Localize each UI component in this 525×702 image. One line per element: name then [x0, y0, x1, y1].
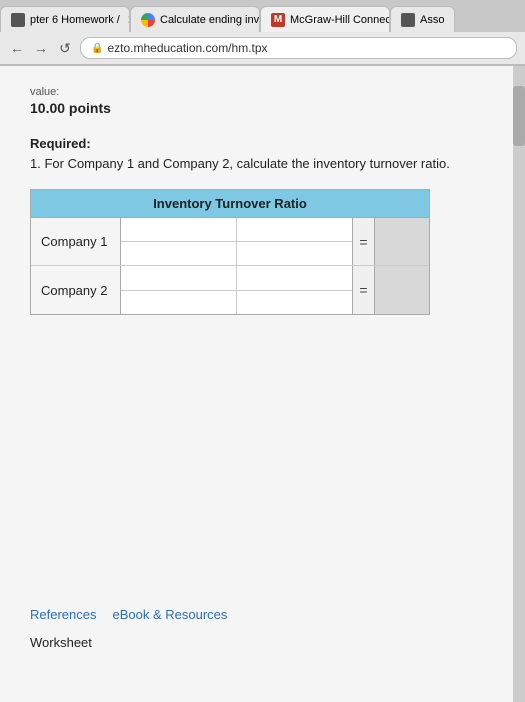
- company1-label: Company 1: [31, 218, 121, 265]
- company2-input-4[interactable]: [237, 291, 352, 315]
- browser-chrome: pter 6 Homework / ✕ Calculate ending inv…: [0, 0, 525, 66]
- google-icon: [141, 13, 155, 27]
- company2-equals: =: [352, 266, 374, 314]
- company1-input-3[interactable]: [121, 242, 237, 265]
- mcgraw-icon: M: [271, 13, 285, 27]
- company2-input-row-1: [121, 266, 352, 291]
- refresh-button[interactable]: ↺: [56, 39, 74, 57]
- tab-mcgraw-label: McGraw-Hill Connect |: [290, 14, 390, 26]
- company1-equals: =: [352, 218, 374, 265]
- inventory-table: Inventory Turnover Ratio Company 1 =: [30, 189, 430, 315]
- company1-result[interactable]: [374, 218, 429, 265]
- company2-input-cells: [121, 266, 352, 314]
- company1-denominator-input[interactable]: [237, 218, 352, 241]
- required-section: Required: 1. For Company 1 and Company 2…: [30, 136, 495, 173]
- company1-input-cells: [121, 218, 352, 265]
- company1-input-row-2: [121, 242, 352, 265]
- tab-homework-label: pter 6 Homework /: [30, 14, 120, 26]
- url-bar[interactable]: 🔒 ezto.mheducation.com/hm.tpx: [80, 37, 517, 59]
- tab-mcgraw[interactable]: M McGraw-Hill Connect | ✕: [260, 6, 390, 32]
- company2-input-row-2: [121, 291, 352, 315]
- table-header: Inventory Turnover Ratio: [31, 190, 429, 218]
- page-content: value: 10.00 points Required: 1. For Com…: [0, 66, 525, 702]
- ebook-link[interactable]: eBook & Resources: [112, 607, 227, 622]
- required-text: 1. For Company 1 and Company 2, calculat…: [30, 155, 495, 173]
- address-bar: ← → ↺ 🔒 ezto.mheducation.com/hm.tpx: [0, 32, 525, 65]
- company1-input-4[interactable]: [237, 242, 352, 265]
- company2-numerator-input[interactable]: [121, 266, 237, 290]
- tab-calculate[interactable]: Calculate ending inver ✕: [130, 6, 260, 32]
- tab-homework[interactable]: pter 6 Homework / ✕: [0, 6, 130, 32]
- points-value: 10.00 points: [30, 100, 495, 116]
- tab-calculate-label: Calculate ending inver: [160, 14, 260, 26]
- company1-input-row-1: [121, 218, 352, 242]
- footer-links: References eBook & Resources: [30, 607, 227, 622]
- tab-asso[interactable]: Asso: [390, 6, 455, 32]
- company1-numerator-input[interactable]: [121, 218, 237, 241]
- content-area: value: 10.00 points Required: 1. For Com…: [0, 66, 525, 335]
- scrollbar[interactable]: [513, 66, 525, 702]
- value-label: value:: [30, 86, 495, 98]
- table-row-company2: Company 2 =: [31, 266, 429, 314]
- lock-icon: 🔒: [91, 43, 103, 54]
- company2-label: Company 2: [31, 266, 121, 314]
- worksheet-label: Worksheet: [30, 635, 92, 650]
- back-button[interactable]: ←: [8, 39, 26, 57]
- required-title: Required:: [30, 136, 495, 151]
- tab-bar: pter 6 Homework / ✕ Calculate ending inv…: [0, 0, 525, 32]
- company2-input-3[interactable]: [121, 291, 237, 315]
- tab-doc-icon-2: [401, 13, 415, 27]
- references-link[interactable]: References: [30, 607, 96, 622]
- tab-doc-icon: [11, 13, 25, 27]
- table-row-company1: Company 1 =: [31, 218, 429, 266]
- forward-button[interactable]: →: [32, 39, 50, 57]
- company2-result[interactable]: [374, 266, 429, 314]
- tab-asso-label: Asso: [420, 14, 444, 26]
- scrollbar-thumb[interactable]: [513, 86, 525, 146]
- company2-denominator-input[interactable]: [237, 266, 352, 290]
- url-text: ezto.mheducation.com/hm.tpx: [107, 41, 267, 55]
